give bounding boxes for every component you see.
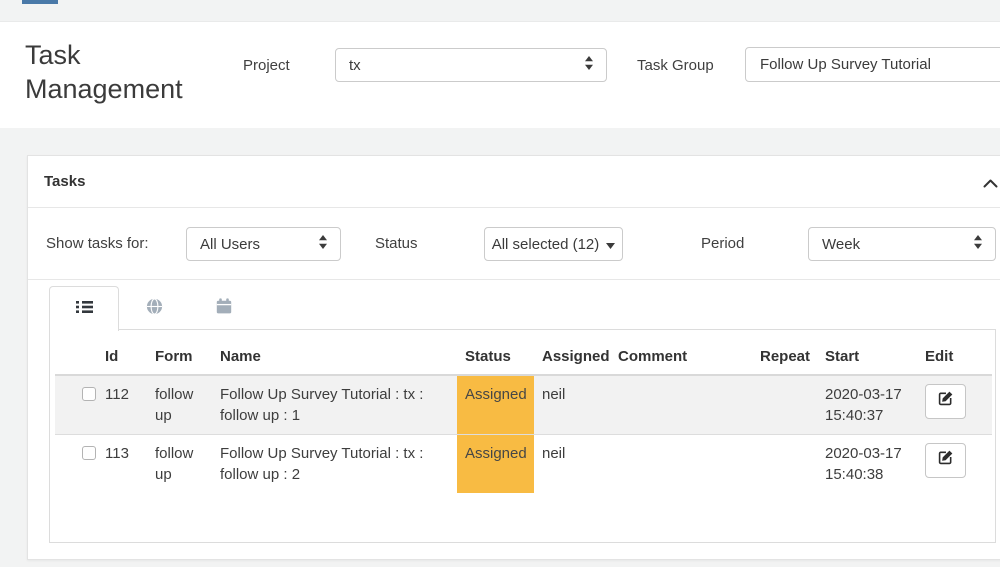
tasks-panel: Tasks Show tasks for: All Users Status A… <box>27 155 1000 560</box>
status-multiselect-button[interactable]: All selected (12) <box>484 227 623 261</box>
tasks-panel-header: Tasks <box>28 156 1000 208</box>
task-assigned: neil <box>534 375 610 435</box>
show-tasks-label: Show tasks for: <box>46 235 149 252</box>
collapse-chevron-up-icon[interactable] <box>983 175 1000 191</box>
edit-task-button[interactable] <box>925 443 966 478</box>
task-views: Id Form Name Status Assigned Comment Rep… <box>49 286 996 543</box>
tab-map-view[interactable] <box>119 286 189 330</box>
task-name: Follow Up Survey Tutorial : tx : follow … <box>212 435 457 494</box>
task-start: 2020-03-17 15:40:38 <box>817 435 917 494</box>
col-header-comment: Comment <box>610 335 752 375</box>
period-label: Period <box>701 235 744 252</box>
project-label: Project <box>243 57 290 74</box>
task-repeat <box>752 375 817 435</box>
calendar-icon <box>216 298 232 318</box>
checkbox-column-header <box>55 335 97 375</box>
period-select[interactable]: Week <box>808 227 996 261</box>
status-filter-label: Status <box>375 235 418 252</box>
task-repeat <box>752 435 817 494</box>
tab-list-view[interactable] <box>49 286 119 331</box>
task-id: 113 <box>97 435 147 494</box>
task-group-label: Task Group <box>637 57 714 74</box>
tasks-table: Id Form Name Status Assigned Comment Rep… <box>55 335 992 493</box>
table-header-row: Id Form Name Status Assigned Comment Rep… <box>55 335 992 375</box>
col-header-id: Id <box>97 335 147 375</box>
pencil-square-icon <box>938 391 953 412</box>
tab-calendar-view[interactable] <box>189 286 259 330</box>
status-badge: Assigned <box>457 375 534 435</box>
page-header: Task Management Project tx Task Group Fo… <box>0 21 1000 128</box>
top-accent-bar <box>22 0 58 4</box>
tasks-panel-title: Tasks <box>44 156 85 208</box>
table-row: 112 follow up Follow Up Survey Tutorial … <box>55 375 992 435</box>
select-updown-icon <box>318 235 328 253</box>
task-form: follow up <box>147 435 212 494</box>
task-group-input[interactable]: Follow Up Survey Tutorial <box>745 47 1000 82</box>
users-select[interactable]: All Users <box>186 227 341 261</box>
row-checkbox[interactable] <box>82 387 96 401</box>
status-badge: Assigned <box>457 435 534 494</box>
period-select-value: Week <box>822 236 860 253</box>
task-form: follow up <box>147 375 212 435</box>
view-tab-bar <box>49 286 996 330</box>
task-comment <box>610 435 752 494</box>
task-assigned: neil <box>534 435 610 494</box>
list-icon <box>76 300 93 318</box>
select-updown-icon <box>584 56 594 74</box>
users-select-value: All Users <box>200 236 260 253</box>
col-header-edit: Edit <box>917 335 992 375</box>
select-updown-icon <box>973 235 983 253</box>
task-start: 2020-03-17 15:40:37 <box>817 375 917 435</box>
task-id: 112 <box>97 375 147 435</box>
project-select-value: tx <box>349 57 361 74</box>
task-group-value: Follow Up Survey Tutorial <box>760 56 931 73</box>
filter-bar: Show tasks for: All Users Status All sel… <box>28 208 1000 280</box>
col-header-name: Name <box>212 335 457 375</box>
status-multiselect-value: All selected (12) <box>492 236 600 253</box>
table-row: 113 follow up Follow Up Survey Tutorial … <box>55 435 992 494</box>
task-table-container: Id Form Name Status Assigned Comment Rep… <box>49 330 996 543</box>
task-name: Follow Up Survey Tutorial : tx : follow … <box>212 375 457 435</box>
caret-down-icon <box>606 236 615 253</box>
task-comment <box>610 375 752 435</box>
page-title: Task Management <box>25 38 220 106</box>
globe-icon <box>146 298 163 319</box>
col-header-start: Start <box>817 335 917 375</box>
project-select[interactable]: tx <box>335 48 607 82</box>
col-header-repeat: Repeat <box>752 335 817 375</box>
col-header-form: Form <box>147 335 212 375</box>
col-header-assigned: Assigned <box>534 335 610 375</box>
pencil-square-icon <box>938 450 953 471</box>
edit-task-button[interactable] <box>925 384 966 419</box>
row-checkbox[interactable] <box>82 446 96 460</box>
col-header-status: Status <box>457 335 534 375</box>
